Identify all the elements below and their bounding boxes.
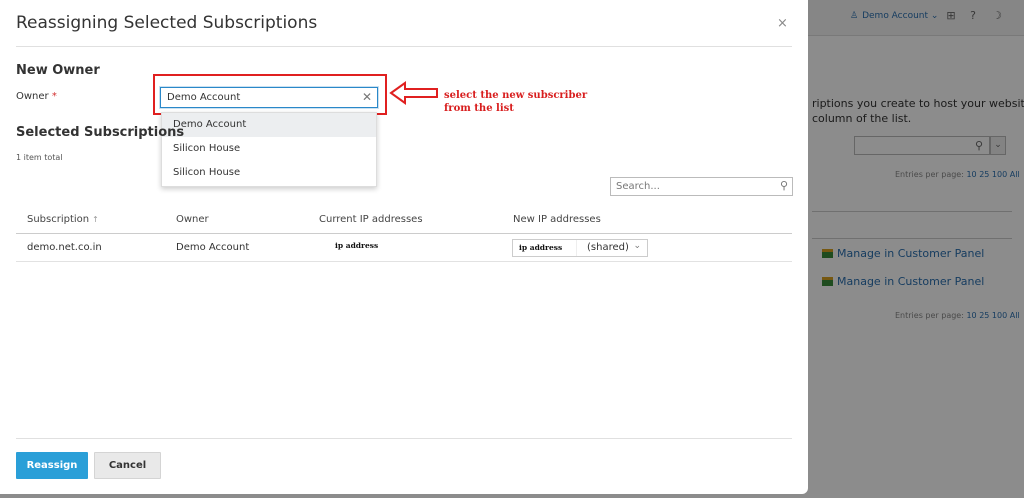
current-ip-cell: ip address	[335, 241, 379, 250]
divider	[16, 46, 792, 47]
owner-dropdown-list: Demo Account Silicon House Silicon House	[161, 112, 377, 187]
column-header-owner: Owner	[176, 214, 209, 225]
owner-cell: Demo Account	[176, 242, 250, 253]
annotation-highlight-box	[153, 74, 387, 115]
owner-option[interactable]: Silicon House	[162, 161, 376, 185]
column-header-current-ip: Current IP addresses	[319, 214, 423, 225]
table-row: demo.net.co.in Demo Account ip address i…	[16, 234, 792, 262]
dialog-title: Reassigning Selected Subscriptions	[16, 13, 318, 33]
column-header-new-ip: New IP addresses	[513, 214, 601, 225]
divider	[16, 438, 792, 439]
annotation-arrow-icon	[389, 81, 438, 105]
table-header: Subscription ↑ Owner Current IP addresses…	[16, 207, 792, 234]
search-icon[interactable]: ⚲	[780, 179, 788, 192]
items-total: 1 item total	[16, 153, 63, 162]
new-ip-value: ip address	[513, 240, 577, 256]
required-mark: *	[51, 91, 57, 102]
annotation-text: select the new subscriber from the list	[444, 90, 588, 114]
selected-subscriptions-heading: Selected Subscriptions	[16, 125, 185, 140]
reassign-button[interactable]: Reassign	[16, 452, 88, 479]
owner-option[interactable]: Silicon House	[162, 137, 376, 161]
reassign-dialog: Reassigning Selected Subscriptions × New…	[0, 0, 808, 494]
new-owner-heading: New Owner	[16, 63, 100, 78]
subscription-cell: demo.net.co.in	[27, 242, 102, 253]
close-icon[interactable]: ×	[777, 16, 788, 31]
search-field[interactable]: ⚲	[610, 177, 793, 196]
column-header-subscription[interactable]: Subscription ↑	[27, 214, 99, 225]
search-input[interactable]	[611, 178, 771, 195]
owner-label: Owner *	[16, 91, 57, 102]
new-ip-select[interactable]: ip address (shared) ⌄	[512, 239, 648, 257]
owner-option[interactable]: Demo Account	[162, 113, 376, 137]
chevron-down-icon: ⌄	[633, 241, 641, 251]
cancel-button[interactable]: Cancel	[94, 452, 161, 479]
new-ip-type: (shared)	[587, 242, 629, 253]
sort-arrow-icon: ↑	[92, 215, 99, 224]
